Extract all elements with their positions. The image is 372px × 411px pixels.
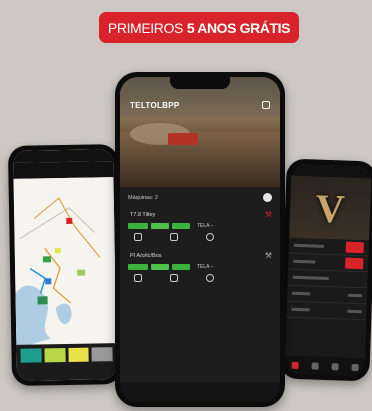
hero-title: TELTOLBPP [130,101,180,110]
promo-banner: PRIMEIROS 5 ANOS GRÁTIS [99,12,299,43]
globe-icon[interactable] [263,193,272,202]
center-phone: TELTOLBPP Máquinas: 2 T7.8 Tiltey ⚒ TELA… [115,72,285,407]
map-legend [16,343,117,381]
wrench-icon: ⚒ [264,251,272,260]
machine-card[interactable]: PI A/o/tc/Bos ⚒ TELA -- [128,251,272,282]
legend-swatch [44,348,66,363]
machine-name: T7.8 Tiltey [130,211,156,218]
brand-logo: V [314,185,346,232]
fuel-icon [134,274,142,282]
tab-icon[interactable] [291,361,299,369]
status-bars: TELA -- [128,223,272,229]
notch [170,77,230,89]
location-icon [170,233,178,241]
left-header [13,161,114,179]
machine-name: PI A/o/tc/Bos [130,252,162,259]
tab-icon[interactable] [331,362,339,370]
legend-swatch [67,347,89,362]
clock-icon [206,233,214,241]
wrench-icon: ⚒ [264,210,272,219]
tab-icon[interactable] [311,361,319,370]
right-phone: V [279,158,372,382]
list-item[interactable] [286,301,367,321]
machines-section: Máquinas: 2 T7.8 Tiltey ⚒ TELA -- PI A/o… [120,187,280,402]
brand-hero: V [289,175,372,241]
left-phone-screen [13,149,117,381]
section-header: Máquinas: 2 [128,193,272,202]
location-icon [170,274,178,282]
tab-icon[interactable] [351,363,359,371]
legend-swatch [91,347,113,362]
tab-bar [284,355,365,377]
map-graphic [15,197,101,349]
fuel-icon [134,233,142,241]
bottom-bar [120,382,280,402]
left-phone [7,144,123,386]
banner-text-bold: 5 ANOS GRÁTIS [186,19,291,36]
center-phone-screen: TELTOLBPP Máquinas: 2 T7.8 Tiltey ⚒ TELA… [120,77,280,402]
machine-meta: TELA -- [197,223,214,229]
action-button[interactable] [345,241,364,254]
section-title: Máquinas: 2 [128,194,158,201]
right-phone-screen: V [284,163,372,377]
tractor-image [168,133,198,145]
status-bars: TELA -- [128,264,272,270]
machine-card[interactable]: T7.8 Tiltey ⚒ TELA -- [128,210,272,241]
map-view[interactable] [13,177,117,349]
banner-text-light: PRIMEIROS [107,19,183,36]
machine-meta: TELA -- [197,264,214,270]
settings-icon[interactable] [262,101,270,109]
clock-icon [206,274,214,282]
legend-swatch [20,348,42,363]
action-button[interactable] [345,257,364,270]
